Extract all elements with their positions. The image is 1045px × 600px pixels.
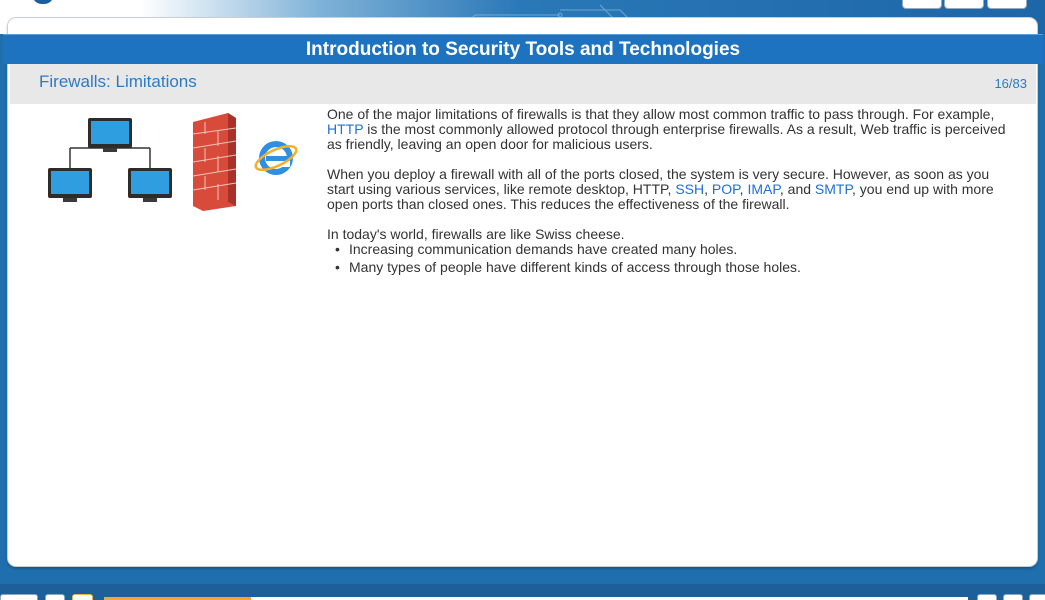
- slide-body: One of the major limitations of firewall…: [327, 107, 1017, 278]
- firewall-illustration: [48, 113, 298, 211]
- paragraph-1: One of the major limitations of firewall…: [327, 107, 1017, 152]
- separator: , and: [779, 181, 815, 197]
- paragraph-1-text-end: is the most commonly allowed protocol th…: [327, 121, 1006, 152]
- slide-title: Firewalls: Limitations: [39, 72, 197, 91]
- course-title: Introduction to Security Tools and Techn…: [305, 38, 741, 60]
- next-button[interactable]: [1029, 594, 1045, 600]
- network-diagram-icon: [48, 118, 172, 202]
- paragraph-2: When you deploy a firewall with all of t…: [327, 167, 1017, 212]
- bullet-item: • Many types of people have different kin…: [335, 260, 1017, 275]
- bottom-navigation-bar: [0, 584, 1045, 600]
- internet-explorer-icon: [254, 141, 298, 175]
- brick-wall-icon: [192, 113, 237, 211]
- info-button[interactable]: [977, 594, 997, 600]
- page-counter: 16/83: [994, 76, 1027, 91]
- paragraph-3: In today's world, firewalls are like Swi…: [327, 226, 625, 242]
- link-imap[interactable]: IMAP: [747, 181, 779, 197]
- toolbar-button-2[interactable]: [944, 0, 984, 9]
- bullet-dot-icon: •: [335, 259, 340, 275]
- slide-header: Firewalls: Limitations 16/83: [10, 64, 1036, 104]
- nav-button-1[interactable]: [45, 594, 65, 600]
- separator: ,: [704, 181, 712, 197]
- bullet-list: • Increasing communication demands have c…: [335, 242, 1017, 275]
- toolbar-button-3[interactable]: [987, 0, 1027, 9]
- nav-button-2[interactable]: [72, 594, 93, 600]
- toolbar-button-1[interactable]: [902, 0, 942, 9]
- course-title-bar: Introduction to Security Tools and Techn…: [3, 34, 1043, 64]
- bullet-dot-icon: •: [335, 241, 340, 257]
- bullet-text: Many types of people have different kind…: [349, 259, 801, 275]
- previous-button[interactable]: [1003, 594, 1023, 600]
- bullet-text: Increasing communication demands have cr…: [349, 241, 738, 257]
- bullet-item: • Increasing communication demands have c…: [335, 242, 1017, 257]
- menu-button[interactable]: [0, 594, 38, 600]
- link-pop[interactable]: POP: [712, 181, 740, 197]
- link-ssh[interactable]: SSH: [675, 181, 704, 197]
- link-http[interactable]: HTTP: [327, 121, 363, 137]
- link-smtp[interactable]: SMTP: [815, 181, 852, 197]
- paragraph-1-text: One of the major limitations of firewall…: [327, 106, 995, 122]
